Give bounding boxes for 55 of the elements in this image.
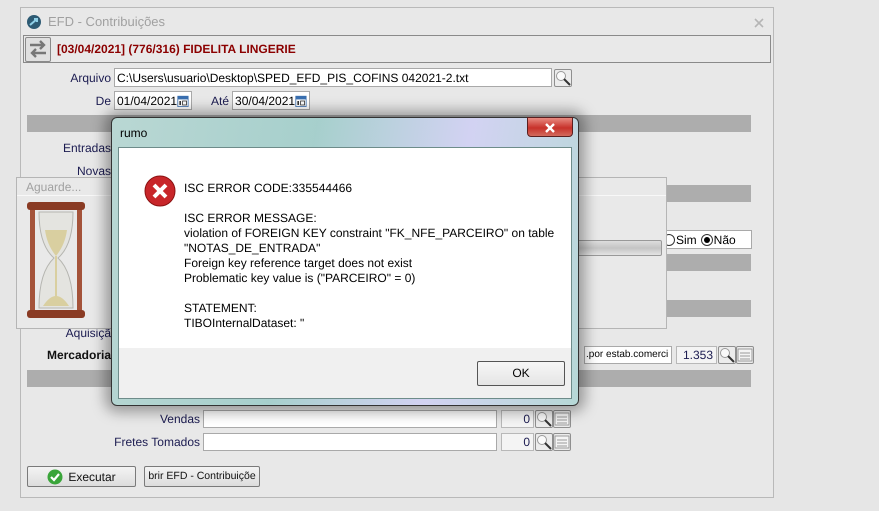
count-field: 0 (501, 433, 534, 451)
window-title: EFD - Contribuições (48, 12, 166, 31)
message-line: STATEMENT: (184, 301, 258, 316)
field-label: Arquivo (69, 70, 112, 86)
field-label: Fretes Tomados (113, 434, 201, 451)
message-line: "NOTAS_DE_ENTRADA" (184, 241, 322, 256)
list-icon (554, 434, 570, 450)
radio-option[interactable]: Não (700, 230, 736, 248)
message-line: TIBOInternalDataset: " (184, 316, 306, 331)
message-line: ISC ERROR CODE:335544466 (184, 181, 354, 196)
message-line: Foreign key reference target does not exist (184, 256, 414, 271)
field-label: Vendas (158, 411, 201, 428)
search-icon (536, 434, 552, 450)
date-field[interactable]: 30/04/2021 (232, 91, 310, 110)
execute-button[interactable]: Executar (27, 466, 136, 487)
text-field[interactable] (203, 433, 497, 451)
message-line: violation of FOREIGN KEY constraint "FK_NFE_PARCEIRO" on table (184, 226, 554, 241)
count-field: 0 (501, 410, 534, 428)
ok-button[interactable]: OK (477, 360, 565, 386)
check-icon (47, 468, 64, 484)
close-button[interactable] (527, 117, 573, 137)
list-icon (737, 346, 753, 362)
list-button[interactable] (553, 410, 571, 428)
section-label: Novas (76, 162, 112, 180)
dialog-title: rumo (120, 124, 148, 142)
text-field[interactable]: .por estab.comerci (584, 346, 672, 364)
message-line: ISC ERROR MESSAGE: (184, 211, 318, 226)
list-icon (554, 411, 570, 427)
header-title: [03/04/2021] (776/316) FIDELITA LINGERIE (57, 41, 296, 58)
date-field[interactable]: 01/04/2021 (114, 91, 192, 110)
date-value: 01/04/2021 (117, 92, 178, 109)
search-icon (536, 411, 552, 427)
file-path-field[interactable]: C:\Users\usuario\Desktop\SPED_EFD_PIS_COFINS 042021-2.txt (114, 68, 552, 87)
count-field: 1.353 (676, 346, 717, 364)
app-logo-icon (26, 14, 42, 30)
swap-arrows-icon (27, 38, 49, 60)
close-icon (544, 122, 556, 134)
date-value: 30/04/2021 (235, 92, 296, 109)
search-button[interactable] (535, 433, 553, 451)
field-label: Aquisiçã (64, 324, 112, 342)
error-icon (144, 175, 176, 207)
search-button[interactable] (535, 410, 553, 428)
field-label: Mercadoria (46, 346, 112, 364)
section-label: Entradas (62, 140, 112, 156)
swap-button[interactable] (25, 36, 51, 62)
search-icon (719, 346, 735, 362)
text-field[interactable] (203, 410, 497, 428)
search-button[interactable] (718, 346, 736, 364)
field-label: Até (211, 92, 230, 110)
close-icon (753, 16, 765, 29)
field-label: De (94, 92, 112, 110)
action-button[interactable]: brir EFD - Contribuiçõe (144, 466, 260, 487)
message-line: Problematic key value is ("PARCEIRO" = 0) (184, 271, 416, 286)
search-icon (555, 70, 571, 86)
search-button[interactable] (554, 68, 572, 86)
